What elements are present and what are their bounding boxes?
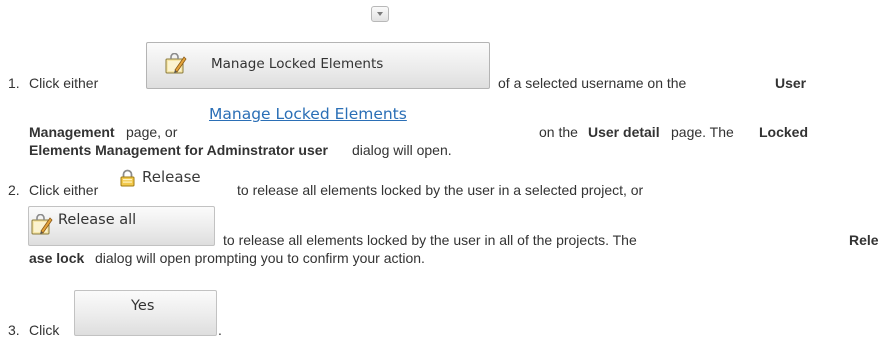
chevron-down-icon <box>377 12 383 16</box>
step-1-bold-user-detail: User detail <box>588 124 660 140</box>
step-1-text-click-either: Click either <box>29 75 99 91</box>
collapse-toggle-button[interactable] <box>371 6 389 22</box>
manage-locked-elements-button[interactable]: Manage Locked Elements <box>146 42 490 89</box>
step-1-bold-management: Management <box>29 124 115 140</box>
step-2-text-dialog-confirm: dialog will open prompting you to confir… <box>95 250 425 266</box>
step-1-text-page-or: page, or <box>126 124 178 140</box>
release-button[interactable]: Release <box>120 168 230 192</box>
edit-lock-icon <box>31 214 53 235</box>
manage-locked-elements-link[interactable]: Manage Locked Elements <box>209 105 407 123</box>
step-1-text-on-the: on the <box>539 124 578 140</box>
manage-locked-elements-label: Manage Locked Elements <box>211 56 384 72</box>
step-3-number: 3. <box>8 322 20 338</box>
step-1-text-dialog-will-open: dialog will open. <box>352 142 452 158</box>
yes-label: Yes <box>131 298 155 314</box>
step-3-period: . <box>218 322 222 338</box>
edit-lock-icon <box>165 53 187 74</box>
lock-icon <box>120 169 135 187</box>
release-all-button[interactable]: Release all <box>28 206 215 246</box>
yes-button[interactable]: Yes <box>74 290 217 336</box>
step-1-bold-locked: Locked <box>759 124 809 140</box>
step-2-bold-rele: Rele <box>849 232 879 248</box>
release-all-label: Release all <box>58 212 137 228</box>
step-1-bold-dialog-name: Elements Management for Adminstrator use… <box>29 142 328 158</box>
step-2-text-release-all-projects: to release all elements locked by the us… <box>223 232 637 248</box>
step-1-text-of-selected: of a selected username on the <box>498 75 687 91</box>
release-label: Release <box>142 168 201 186</box>
step-3-text-click: Click <box>29 322 60 338</box>
step-2-number: 2. <box>8 182 20 198</box>
step-1-bold-user: User <box>775 75 807 91</box>
step-2-text-release-selected: to release all elements locked by the us… <box>237 182 644 198</box>
step-1-text-page-the: page. The <box>671 124 734 140</box>
step-1-number: 1. <box>8 75 20 91</box>
step-2-text-click-either: Click either <box>29 182 99 198</box>
step-2-bold-ase-lock: ase lock <box>29 250 85 266</box>
